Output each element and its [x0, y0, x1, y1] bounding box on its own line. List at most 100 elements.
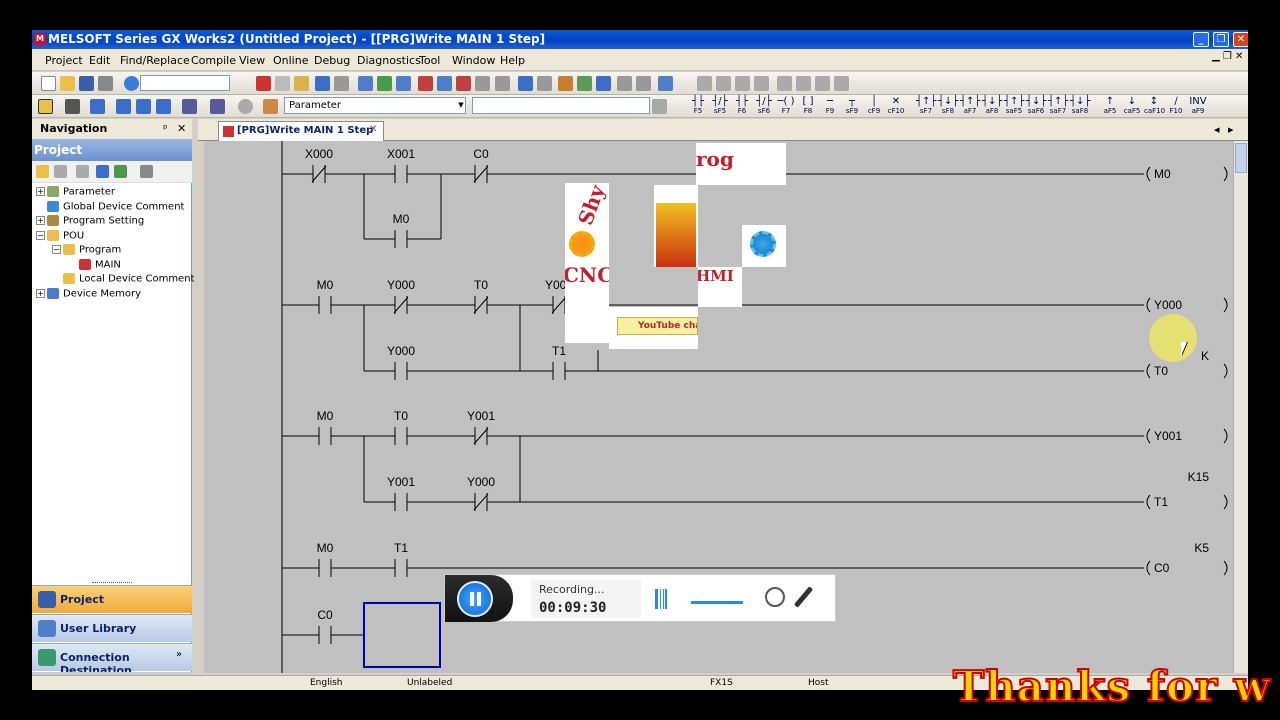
page-icon[interactable]	[652, 99, 667, 114]
menu-compile[interactable]: Compile	[191, 54, 236, 67]
fkey-f7-button[interactable]: ─( ) F7	[776, 97, 796, 116]
fkey-f10-button[interactable]: ∕ F10	[1166, 97, 1186, 116]
edit-inline-icon[interactable]	[754, 76, 769, 91]
tree-item-pou[interactable]: − POU	[36, 229, 84, 241]
scroll-thumb[interactable]	[1235, 143, 1247, 173]
dev-comment-icon[interactable]	[136, 99, 151, 114]
menu-window[interactable]: Window	[452, 54, 495, 67]
volume-slider[interactable]	[691, 601, 743, 604]
fkey-af8-button[interactable]: ┤↓├ aF8	[982, 97, 1002, 116]
fkey-af5-button[interactable]: ↑ aF5	[1100, 97, 1120, 116]
restore-button[interactable]: ❐	[1213, 32, 1229, 47]
pause-button[interactable]	[457, 581, 493, 617]
tree-item-parameter[interactable]: + Parameter	[36, 186, 115, 198]
property-icon[interactable]	[96, 165, 109, 178]
tab-prev-icon[interactable]: ◂	[1214, 123, 1220, 136]
fkey-cf9-button[interactable]: │ cF9	[864, 97, 884, 116]
fkey-caf5-button[interactable]: ↓ caF5	[1122, 97, 1142, 116]
menu-debug[interactable]: Debug	[314, 54, 350, 67]
tab-next-icon[interactable]: ▸	[1228, 123, 1234, 136]
ladder-only-icon[interactable]	[617, 76, 632, 91]
monitor-stop-icon[interactable]	[577, 76, 592, 91]
copy-data-icon[interactable]	[54, 165, 67, 178]
menu-help[interactable]: Help	[500, 54, 525, 67]
zoom-out-icon[interactable]	[796, 76, 811, 91]
read-plc-icon[interactable]	[518, 76, 533, 91]
fkey-saf6-button[interactable]: ┤↓├ saF6	[1026, 97, 1046, 116]
menu-tool[interactable]: Tool	[419, 54, 440, 67]
undo-icon[interactable]	[315, 76, 330, 91]
paste-icon[interactable]	[294, 76, 309, 91]
tree-item-device-memory[interactable]: + Device Memory	[36, 287, 141, 299]
jump-icon[interactable]	[475, 76, 490, 91]
fkey-f8-button[interactable]: [ ] F8	[798, 97, 818, 116]
open-folder-icon[interactable]	[60, 76, 75, 91]
menu-online[interactable]: Online	[273, 54, 308, 67]
display-icon[interactable]	[658, 76, 673, 91]
fkey-f5-button[interactable]: ┤├ F5	[688, 97, 708, 116]
cross-reference-icon[interactable]	[456, 76, 471, 91]
minimize-button[interactable]: _	[1193, 32, 1209, 47]
comment-insert-icon[interactable]	[697, 76, 712, 91]
expander-icon[interactable]: +	[36, 216, 45, 225]
fkey-af7-button[interactable]: ┤↑├ aF7	[960, 97, 980, 116]
splitter-grip[interactable]	[92, 582, 132, 584]
sequence-icon[interactable]	[636, 76, 651, 91]
fkey-sf9-button[interactable]: ┬ sF9	[842, 97, 862, 116]
list-icon[interactable]	[90, 99, 105, 114]
tab-main-program[interactable]: [PRG]Write MAIN 1 Step ✕	[218, 121, 384, 141]
refresh-icon[interactable]	[114, 165, 127, 178]
pen-icon[interactable]	[793, 586, 814, 608]
device-combo[interactable]	[472, 97, 650, 114]
tree-item-program-setting[interactable]: + Program Setting	[36, 215, 144, 227]
fkey-sf5-button[interactable]: ┤/├ sF5	[710, 97, 730, 116]
fkey-caf10-button[interactable]: ↕ caF10	[1144, 97, 1165, 116]
sort-icon[interactable]	[140, 165, 153, 178]
line-icon[interactable]	[815, 76, 830, 91]
device-read-icon[interactable]	[377, 76, 392, 91]
fkey-f9-button[interactable]: ─ F9	[820, 97, 840, 116]
monitor-start-icon[interactable]	[558, 76, 573, 91]
more-buttons-chevron-icon[interactable]: »	[176, 649, 182, 660]
device-list-icon[interactable]	[495, 76, 510, 91]
expander-icon[interactable]: +	[36, 187, 45, 196]
device-icon[interactable]	[65, 99, 80, 114]
expander-icon[interactable]: −	[36, 230, 45, 240]
copy-icon[interactable]	[275, 76, 290, 91]
cut-icon[interactable]	[256, 76, 271, 91]
vertical-scrollbar[interactable]	[1233, 141, 1248, 673]
diagnostics-icon[interactable]	[238, 99, 253, 114]
project-view-icon[interactable]	[38, 99, 53, 114]
close-button[interactable]: ✕	[1233, 32, 1248, 47]
expander-icon[interactable]: +	[36, 288, 45, 298]
delete-data-icon[interactable]	[76, 165, 89, 178]
fkey-cf10-button[interactable]: ✕ cF10	[886, 97, 906, 116]
dev-icon[interactable]	[116, 99, 131, 114]
new-data-icon[interactable]	[36, 165, 49, 178]
save-icon[interactable]	[79, 76, 94, 91]
write-plc-icon[interactable]	[537, 76, 552, 91]
menu-find-replace[interactable]: Find/Replace	[120, 54, 190, 67]
webcam-icon[interactable]	[765, 587, 785, 607]
menu-view[interactable]: View	[239, 54, 265, 67]
mdi-controls[interactable]: ▁ ❐ ✕	[1212, 51, 1243, 62]
tab-close-icon[interactable]: ✕	[369, 124, 377, 135]
function-tool-icon[interactable]	[210, 99, 225, 114]
device-write-icon[interactable]	[358, 76, 373, 91]
online-data-icon[interactable]	[596, 76, 611, 91]
chevron-down-icon[interactable]: ▼	[456, 98, 466, 113]
toolbar-combo[interactable]	[140, 75, 230, 91]
parameter-combo[interactable]: Parameter	[284, 97, 466, 114]
new-file-icon[interactable]	[41, 76, 56, 91]
verify-icon[interactable]	[396, 76, 411, 91]
note-icon[interactable]	[735, 76, 750, 91]
fkey-saf7-button[interactable]: ┤↑├ saF7	[1048, 97, 1068, 116]
dev-entry-icon[interactable]	[156, 99, 171, 114]
fkey-sf7-button[interactable]: ┤↑├ sF7	[916, 97, 936, 116]
expander-icon[interactable]: −	[52, 245, 61, 254]
ladder-edit-icon[interactable]	[834, 76, 849, 91]
user-library-nav-button[interactable]: User Library	[32, 614, 192, 642]
project-nav-button[interactable]: Project	[32, 585, 192, 613]
replace-icon[interactable]	[437, 76, 452, 91]
tree-item-global-device-comment[interactable]: Global Device Comment	[36, 200, 184, 212]
